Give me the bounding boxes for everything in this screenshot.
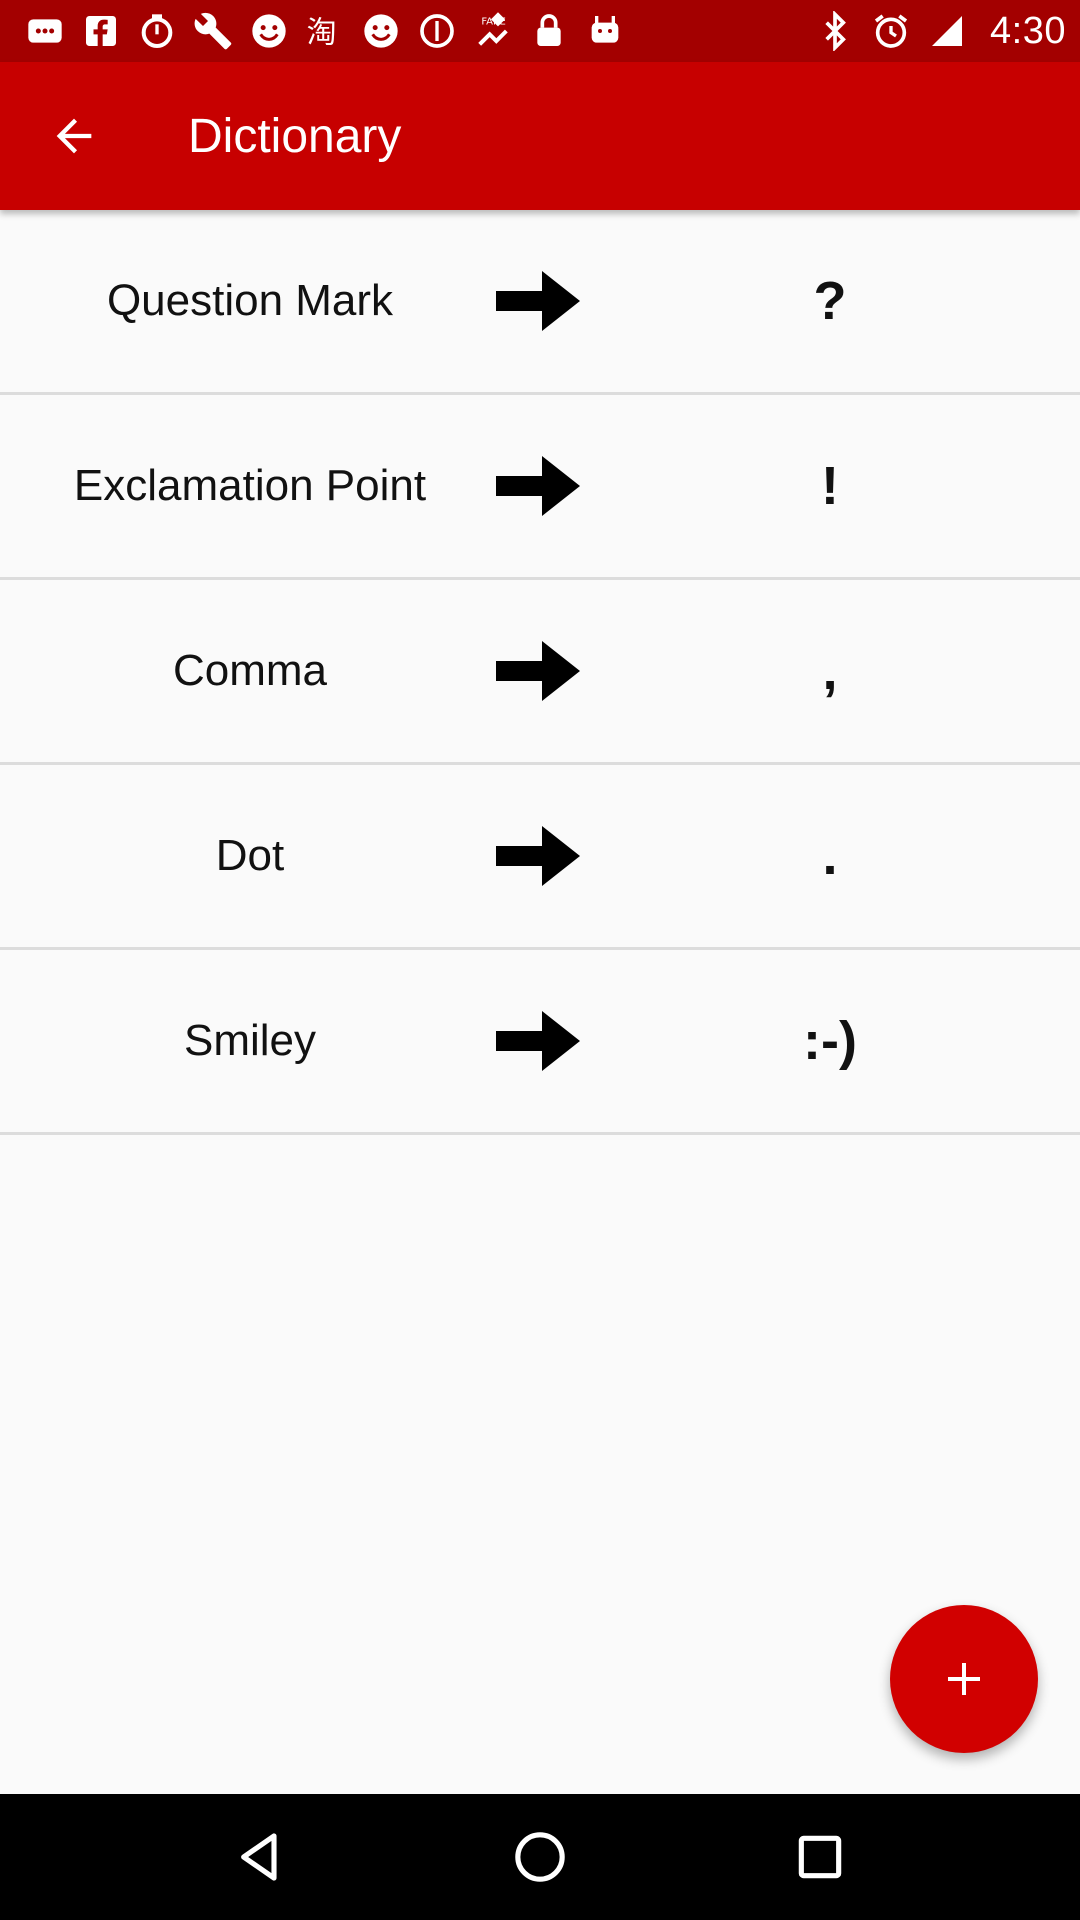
entry-symbol: ?: [813, 271, 847, 331]
entry-symbol: .: [822, 826, 838, 886]
nav-home-button[interactable]: [480, 1797, 600, 1917]
app-bar: Dictionary: [0, 62, 1080, 210]
facebook-icon: [80, 10, 122, 52]
dictionary-list: Question Mark ? Exclamation Point ! Comm…: [0, 210, 1080, 1135]
smiley-icon: [248, 10, 290, 52]
status-time: 4:30: [990, 9, 1066, 52]
svg-text:淘: 淘: [307, 16, 337, 51]
list-item[interactable]: Exclamation Point !: [0, 395, 1080, 580]
entry-word: Question Mark: [106, 276, 394, 325]
chat-icon: [24, 10, 66, 52]
plus-icon: [948, 1663, 980, 1695]
signal-icon: [926, 10, 968, 52]
list-item[interactable]: Comma ,: [0, 580, 1080, 765]
android-icon: [584, 10, 626, 52]
page-title: Dictionary: [188, 109, 402, 163]
list-item[interactable]: Dot .: [0, 765, 1080, 950]
wrench-icon: [192, 10, 234, 52]
system-status: 4:30: [814, 10, 1066, 53]
entry-word: Dot: [215, 831, 285, 880]
arrow-right-icon: [496, 824, 582, 888]
arrow-right-icon: [496, 454, 582, 518]
list-item[interactable]: Question Mark ?: [0, 210, 1080, 395]
status-bar: 淘 FAKE 4:30: [0, 0, 1080, 62]
taobao-icon: 淘: [304, 10, 346, 52]
info-icon: [416, 10, 458, 52]
navigation-bar: [0, 1794, 1080, 1920]
entry-symbol: !: [821, 456, 839, 516]
arrow-back-icon: [56, 118, 92, 154]
arrow-right-icon: [496, 269, 582, 333]
nav-recents-button[interactable]: [760, 1797, 880, 1917]
stopwatch-icon: [136, 10, 178, 52]
add-entry-button[interactable]: [890, 1605, 1038, 1753]
lock-icon: [528, 10, 570, 52]
entry-symbol: ,: [822, 641, 838, 701]
alarm-icon: [870, 10, 912, 52]
list-item[interactable]: Smiley :-): [0, 950, 1080, 1135]
arrow-right-icon: [496, 639, 582, 703]
nav-back-button[interactable]: [200, 1797, 320, 1917]
fake-gps-icon: FAKE: [472, 10, 514, 52]
entry-word: Smiley: [183, 1016, 317, 1065]
back-button[interactable]: [0, 62, 148, 210]
back-triangle-icon: [241, 1833, 277, 1881]
svg-text:FAKE: FAKE: [481, 16, 506, 27]
bluetooth-icon: [814, 10, 856, 52]
notification-icons: 淘 FAKE: [24, 10, 814, 52]
arrow-right-icon: [496, 1009, 582, 1073]
entry-symbol: :-): [803, 1011, 857, 1071]
recents-square-icon: [798, 1835, 842, 1879]
home-circle-icon: [515, 1832, 565, 1882]
entry-word: Exclamation Point: [73, 461, 427, 510]
smiley-icon: [360, 10, 402, 52]
entry-word: Comma: [172, 646, 328, 695]
